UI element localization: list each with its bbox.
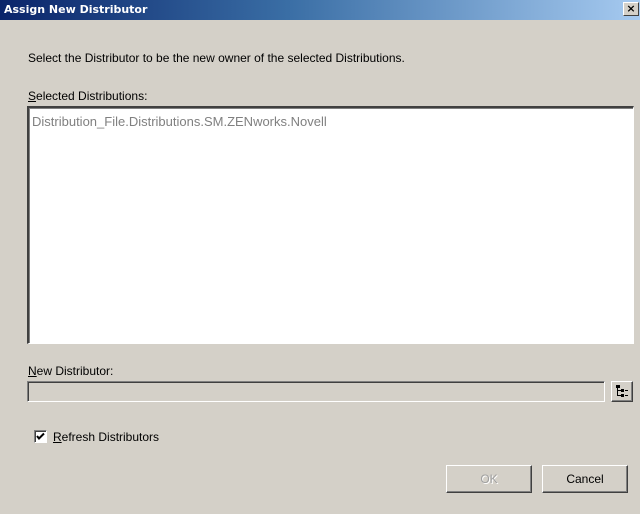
- close-icon: ×: [626, 2, 636, 15]
- browse-distributor-button[interactable]: [611, 381, 633, 402]
- title-bar[interactable]: Assign New Distributor ×: [0, 0, 640, 20]
- ok-button[interactable]: OK: [446, 465, 532, 493]
- assign-distributor-dialog: Assign New Distributor × Select the Dist…: [0, 0, 640, 514]
- check-mark-icon: [36, 432, 45, 440]
- refresh-distributors-label[interactable]: Refresh Distributors: [53, 430, 159, 444]
- cancel-button[interactable]: Cancel: [542, 465, 628, 493]
- new-distributor-label: New Distributor:: [28, 364, 114, 378]
- refresh-distributors-checkbox[interactable]: [34, 430, 47, 443]
- close-button[interactable]: ×: [623, 2, 639, 16]
- tree-browse-icon: [616, 385, 628, 397]
- selected-distributions-list[interactable]: Distribution_File.Distributions.SM.ZENwo…: [27, 106, 634, 344]
- instruction-text: Select the Distributor to be the new own…: [28, 51, 405, 65]
- list-item[interactable]: Distribution_File.Distributions.SM.ZENwo…: [32, 114, 327, 129]
- window-title: Assign New Distributor: [4, 3, 148, 16]
- selected-distributions-label: Selected Distributions:: [28, 89, 148, 103]
- new-distributor-field[interactable]: [27, 381, 605, 402]
